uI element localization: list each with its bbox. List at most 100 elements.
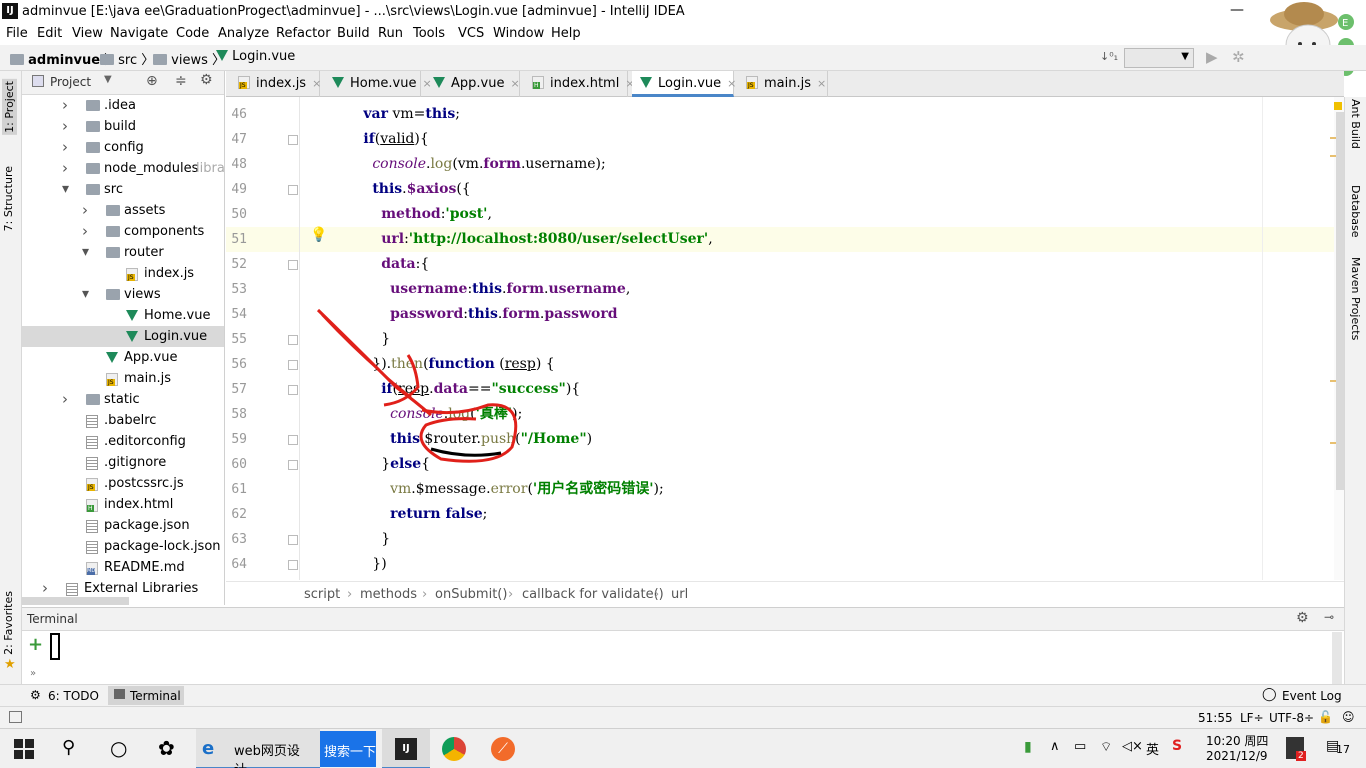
tab-terminal[interactable]: Terminal <box>108 686 184 705</box>
close-icon[interactable]: × <box>727 77 736 90</box>
tree-item[interactable]: package.json <box>22 515 224 536</box>
file-encoding[interactable]: UTF-8÷ <box>1269 711 1314 725</box>
menu-view[interactable]: View <box>72 26 103 41</box>
menu-tools[interactable]: Tools <box>413 26 445 41</box>
editor-tab[interactable]: main.js × <box>738 71 828 97</box>
volume-icon[interactable]: ◁× <box>1122 739 1143 754</box>
tree-item[interactable]: › External Libraries <box>22 578 224 599</box>
breadcrumb-url[interactable]: url <box>671 587 688 602</box>
tree-item[interactable]: main.js <box>22 368 224 389</box>
editor-tab[interactable]: Login.vue × <box>632 71 736 97</box>
tree-item[interactable]: .postcssrc.js <box>22 473 224 494</box>
menu-window[interactable]: Window <box>493 26 544 41</box>
chevron-down-icon[interactable]: ▾ <box>62 179 69 200</box>
terminal-cursor[interactable] <box>50 633 60 660</box>
gear-icon[interactable]: ⚙ <box>200 72 213 88</box>
task-view-icon[interactable]: ✿ <box>158 736 175 760</box>
breadcrumb-callback[interactable]: callback for validate() <box>522 587 664 602</box>
chevron-right-icon[interactable]: › <box>62 95 68 116</box>
chrome-icon[interactable] <box>442 737 466 761</box>
close-icon[interactable]: × <box>817 77 826 90</box>
tab-ant-build[interactable]: Ant Build <box>1349 99 1362 149</box>
search-icon[interactable]: ⚲ <box>62 737 75 758</box>
editor-tab[interactable]: App.vue × <box>425 71 520 97</box>
wifi-icon[interactable]: ⌔ <box>1100 739 1112 755</box>
tree-item[interactable]: › config <box>22 137 224 158</box>
clock-date[interactable]: 2021/12/9 <box>1206 749 1268 763</box>
tree-item[interactable]: ▾ router <box>22 242 224 263</box>
tree-item[interactable]: index.js <box>22 263 224 284</box>
chevron-right-icon[interactable]: › <box>82 221 88 242</box>
tree-item[interactable]: index.html <box>22 494 224 515</box>
tree-item[interactable]: › build <box>22 116 224 137</box>
menu-refactor[interactable]: Refactor <box>276 26 331 41</box>
lock-icon[interactable]: 🔓 <box>1318 710 1333 724</box>
tree-item[interactable]: package-lock.json <box>22 536 224 557</box>
chevron-right-icon[interactable]: › <box>62 116 68 137</box>
toggle-tool-windows-icon[interactable] <box>9 711 22 723</box>
tree-item[interactable]: Login.vue <box>22 326 224 347</box>
collapse-icon[interactable]: ≑ <box>175 73 187 89</box>
locate-icon[interactable]: ⊕ <box>146 73 158 89</box>
breadcrumb-methods[interactable]: methods <box>360 587 417 602</box>
inspector-icon[interactable]: ☺ <box>1342 710 1355 724</box>
line-separator[interactable]: LF÷ <box>1240 711 1264 725</box>
tab-structure-tool[interactable]: 7: Structure <box>2 166 15 231</box>
taskbar-ie-window[interactable]: e web网页设计... <box>196 729 320 768</box>
chevron-right-icon[interactable]: › <box>82 200 88 221</box>
close-icon[interactable]: × <box>510 77 519 90</box>
ime-indicator[interactable]: 英 <box>1146 739 1159 758</box>
chevron-down-icon[interactable]: ▾ <box>82 284 89 305</box>
menu-help[interactable]: Help <box>551 26 581 41</box>
run-config-select[interactable]: ▼ <box>1124 48 1194 68</box>
tab-event-log[interactable]: Event Log <box>1282 689 1342 703</box>
breadcrumb-script[interactable]: script <box>304 587 340 602</box>
terminal-scrollbar[interactable] <box>1332 632 1342 684</box>
tree-item[interactable]: › static <box>22 389 224 410</box>
chevron-right-icon[interactable]: › <box>62 158 68 179</box>
menu-build[interactable]: Build <box>337 26 370 41</box>
chevron-down-icon[interactable]: ▾ <box>82 242 89 263</box>
code-editor[interactable]: var vm=this; 46 if(valid){47 console.log(… <box>226 97 1344 580</box>
more-icon[interactable]: » <box>30 668 36 679</box>
project-panel-title[interactable]: Project <box>50 75 91 89</box>
menu-edit[interactable]: Edit <box>37 26 62 41</box>
editor-tab[interactable]: index.html× <box>524 71 635 97</box>
cursor-position[interactable]: 51:55 <box>1198 711 1233 725</box>
tree-item[interactable]: .babelrc <box>22 410 224 431</box>
windows-start-icon[interactable] <box>14 739 38 763</box>
hide-icon[interactable]: ⊸ <box>1324 610 1334 624</box>
window-minimize-button[interactable]: — <box>1230 2 1244 18</box>
nav-src[interactable]: src 〉 <box>100 49 154 68</box>
tree-item[interactable]: App.vue <box>22 347 224 368</box>
battery-status-icon[interactable]: ▭ <box>1074 739 1086 754</box>
menu-navigate[interactable]: Navigate <box>110 26 168 41</box>
tree-item[interactable]: .editorconfig <box>22 431 224 452</box>
tree-item[interactable]: › .idea <box>22 95 224 116</box>
tree-item[interactable]: .gitignore <box>22 452 224 473</box>
tab-project-tool[interactable]: 1: Project <box>2 79 17 135</box>
run-icon[interactable]: ▶ <box>1206 48 1218 66</box>
menu-code[interactable]: Code <box>176 26 209 41</box>
chevron-down-icon[interactable]: ▼ <box>104 74 112 85</box>
tree-item[interactable]: › node_moduleslibrary ro <box>22 158 224 179</box>
new-terminal-icon[interactable]: + <box>28 634 43 655</box>
menu-vcs[interactable]: VCS <box>458 26 484 41</box>
chevron-right-icon[interactable]: › <box>62 137 68 158</box>
editor-tab[interactable]: index.js × <box>230 71 321 97</box>
search-button[interactable]: 搜索一下 <box>320 731 376 767</box>
cortana-icon[interactable]: ○ <box>110 736 127 760</box>
tree-item[interactable]: ▾ views <box>22 284 224 305</box>
tree-item[interactable]: ▾ src <box>22 179 224 200</box>
chevron-up-icon[interactable]: ∧ <box>1050 739 1060 754</box>
sort-icon[interactable]: ↓⁰₁ <box>1100 50 1118 63</box>
menu-file[interactable]: File <box>6 26 28 41</box>
battery-icon[interactable]: ▮ <box>1024 739 1032 755</box>
tree-item[interactable]: Home.vue <box>22 305 224 326</box>
tab-maven-projects[interactable]: Maven Projects <box>1349 257 1362 340</box>
postman-icon[interactable]: ⟋ <box>491 737 515 761</box>
tab-database[interactable]: Database <box>1349 185 1362 238</box>
tree-item[interactable]: › assets <box>22 200 224 221</box>
menu-analyze[interactable]: Analyze <box>218 26 269 41</box>
tree-item[interactable]: README.md <box>22 557 224 578</box>
